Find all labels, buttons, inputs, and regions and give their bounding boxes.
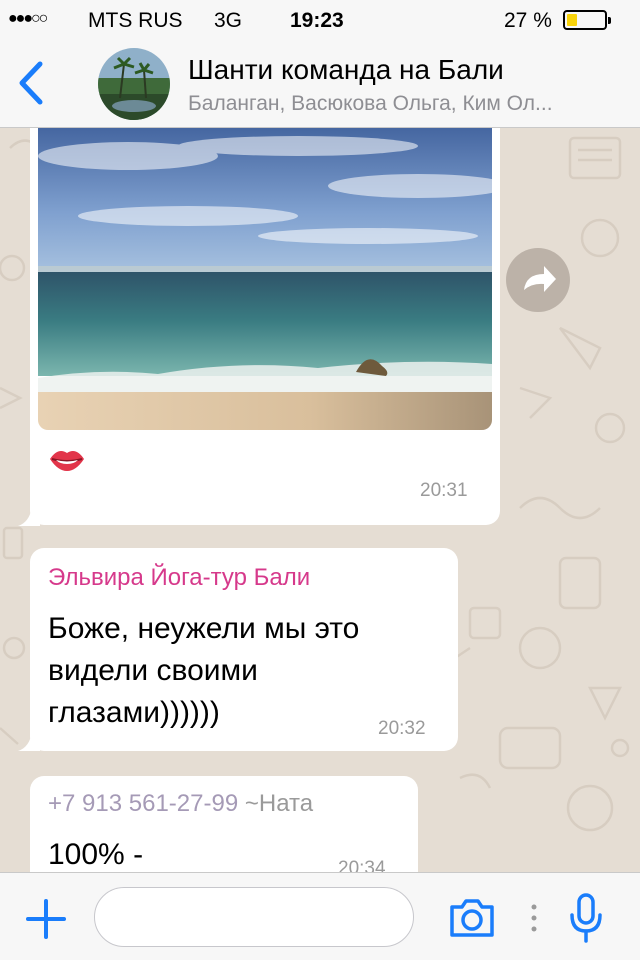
message-line: 100% -	[48, 838, 144, 871]
signal-strength: ●●●○○	[8, 10, 48, 27]
text-message[interactable]: +7 913 561-27-99 ~Ната 100% - 20:34	[30, 776, 418, 872]
sender-alias: ~Ната	[244, 790, 314, 817]
forward-icon	[524, 266, 556, 292]
chevron-left-icon	[19, 61, 43, 105]
status-time: 19:23	[290, 9, 344, 32]
message-time: 20:34	[338, 858, 386, 872]
chat-area[interactable]: 20:31 Эльвира Йога-тур Бали Боже, неужел…	[0, 128, 640, 872]
message-line: глазами))))))	[48, 696, 220, 729]
plus-icon[interactable]	[26, 899, 66, 939]
battery-percent: 27 %	[504, 9, 552, 32]
microphone-icon[interactable]	[568, 893, 604, 945]
network-type: 3G	[214, 9, 243, 32]
bubble-tail	[18, 506, 40, 526]
chat-members[interactable]: Баланган, Васюкова Ольга, Ким Ол...	[188, 92, 628, 116]
photo-message[interactable]: 20:31	[30, 128, 500, 525]
more-icon[interactable]	[530, 903, 538, 933]
message-input[interactable]	[94, 887, 414, 947]
message-line: видели своими	[48, 654, 258, 687]
text-message[interactable]: Эльвира Йога-тур Бали Боже, неужели мы э…	[30, 548, 458, 751]
message-time: 20:31	[420, 480, 468, 501]
sender-name[interactable]: Эльвира Йога-тур Бали	[48, 564, 310, 592]
forward-button[interactable]	[506, 248, 570, 312]
chat-header: Шанти команда на Бали Баланган, Васюкова…	[0, 40, 640, 128]
group-avatar[interactable]	[98, 48, 170, 120]
beach-photo[interactable]	[38, 128, 492, 430]
message-time: 20:32	[378, 718, 426, 739]
input-bar	[0, 872, 640, 960]
carrier-name: MTS RUS	[88, 9, 183, 32]
lips-emoji	[50, 451, 84, 471]
sender-phone[interactable]: +7 913 561-27-99 ~Ната	[48, 790, 313, 818]
back-button[interactable]	[14, 58, 54, 108]
chat-title[interactable]: Шанти команда на Бали	[188, 54, 504, 86]
battery-icon	[563, 10, 611, 30]
camera-icon[interactable]	[448, 897, 496, 939]
bubble-tail	[18, 731, 40, 751]
message-line: Боже, неужели мы это	[48, 612, 360, 645]
status-bar: ●●●○○ MTS RUS 3G 19:23 27 %	[0, 0, 640, 40]
